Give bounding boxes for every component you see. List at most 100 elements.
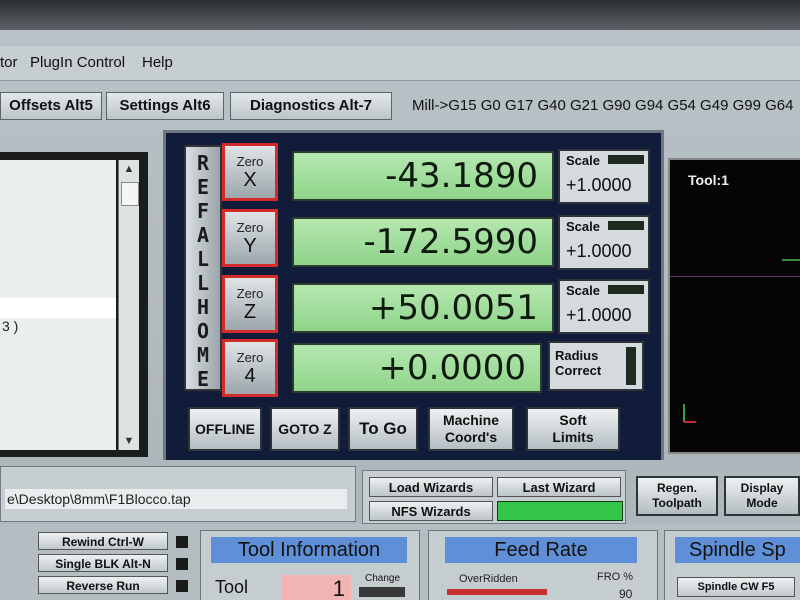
tool-info-header: Tool Information	[211, 537, 407, 563]
ref-letter: E	[196, 175, 210, 199]
single-block-button[interactable]: Single BLK Alt-N	[38, 554, 168, 572]
tab-settings[interactable]: Settings Alt6	[106, 92, 224, 120]
current-line-highlight	[0, 298, 116, 318]
zero-x-button[interactable]: Zero X	[222, 143, 278, 201]
nfs-wizards-button[interactable]: NFS Wizards	[369, 501, 493, 521]
lower-panels: Rewind Ctrl-W Single BLK Alt-N Reverse R…	[0, 524, 800, 600]
machine-line1: Machine	[442, 412, 499, 428]
mach3-screen: tor PlugIn Control Help Offsets Alt5 Set…	[0, 0, 800, 600]
axis-label: Y	[243, 235, 257, 257]
tool-number[interactable]: 1	[281, 575, 351, 600]
overridden-led	[447, 589, 547, 595]
regen-line1: Regen.	[656, 481, 697, 495]
display-mode-button[interactable]: Display Mode	[724, 476, 800, 516]
ref-letter: A	[196, 223, 210, 247]
ref-letter: L	[196, 271, 210, 295]
tab-diagnostics[interactable]: Diagnostics Alt-7	[230, 92, 392, 120]
machine-line2: Coord's	[444, 429, 498, 445]
load-wizards-button[interactable]: Load Wizards	[369, 477, 493, 497]
change-led	[359, 587, 405, 597]
scale-value: +1.0000	[566, 241, 632, 261]
zero-y-button[interactable]: Zero Y	[222, 209, 278, 267]
soft-limits-button[interactable]: Soft Limits	[526, 407, 620, 451]
axis-label: X	[243, 169, 257, 191]
axis-label: 4	[244, 365, 256, 387]
scroll-down-icon[interactable]: ▼	[119, 432, 139, 450]
rewind-button[interactable]: Rewind Ctrl-W	[38, 532, 168, 550]
last-wizard-button[interactable]: Last Wizard	[497, 477, 621, 497]
regen-line2: Toolpath	[652, 496, 702, 510]
ref-letter: H	[196, 295, 210, 319]
zero-z-button[interactable]: Zero Z	[222, 275, 278, 333]
gcode-modal-status: Mill->G15 G0 G17 G40 G21 G90 G94 G54 G49…	[412, 97, 794, 114]
radius-correct-button[interactable]: Radius Correct	[548, 341, 644, 391]
tool-label: Tool	[215, 577, 249, 597]
scale-label: Scale	[566, 153, 600, 168]
gcode-scrollbar[interactable]: ▲ ▼	[118, 160, 139, 450]
rewind-led	[176, 536, 188, 548]
radius-line1: Radius	[555, 348, 599, 363]
toolpath-origin-icon	[683, 259, 800, 423]
machine-coords-button[interactable]: Machine Coord's	[428, 407, 514, 451]
reverse-run-led	[176, 580, 188, 592]
wizard-status-led	[497, 501, 623, 521]
dro-x[interactable]: -43.1890	[292, 151, 554, 201]
ref-letter: O	[196, 319, 210, 343]
scale-label: Scale	[566, 219, 600, 234]
menu-operator[interactable]: tor	[0, 54, 18, 71]
scale-value: +1.0000	[566, 305, 632, 325]
menu-plugin-control[interactable]: PlugIn Control	[30, 54, 125, 71]
gcode-list[interactable]: 3 )	[0, 160, 116, 450]
wizard-panel: Load Wizards Last Wizard NFS Wizards	[362, 470, 626, 524]
scale-value: +1.0000	[566, 175, 632, 195]
spindle-panel: Spindle Sp Spindle CW F5	[664, 530, 800, 600]
screen-tabs: Offsets Alt5 Settings Alt6 Diagnostics A…	[0, 82, 800, 126]
menu-help[interactable]: Help	[142, 54, 173, 71]
soft-line2: Limits	[552, 429, 594, 445]
scale-led	[608, 221, 644, 230]
fro-label: FRO %	[597, 571, 634, 583]
monitor-bezel	[0, 0, 800, 30]
file-path: e\Desktop\8mm\F1Blocco.tap	[5, 489, 347, 509]
scale-label: Scale	[566, 283, 600, 298]
toolpath-display[interactable]: Tool:1	[668, 158, 800, 454]
regen-toolpath-button[interactable]: Regen. Toolpath	[636, 476, 718, 516]
display-line1: Display	[740, 481, 784, 495]
ref-letter: E	[196, 367, 210, 391]
scale-y[interactable]: Scale +1.0000	[558, 215, 650, 270]
scale-x[interactable]: Scale +1.0000	[558, 149, 650, 204]
radius-led	[626, 347, 636, 385]
feed-rate-header: Feed Rate	[445, 537, 637, 563]
ref-letter: L	[196, 247, 210, 271]
tab-offsets[interactable]: Offsets Alt5	[0, 92, 102, 120]
fro-value: 90	[619, 587, 633, 600]
zero-label: Zero	[236, 350, 264, 365]
gcode-line: 3 )	[2, 318, 19, 334]
scroll-up-icon[interactable]: ▲	[119, 160, 139, 178]
ref-letter: F	[196, 199, 210, 223]
display-line2: Mode	[746, 496, 778, 510]
scale-led	[608, 285, 644, 294]
dro-4[interactable]: +0.0000	[292, 343, 542, 393]
scroll-thumb[interactable]	[121, 182, 139, 206]
dro-z[interactable]: +50.0051	[292, 283, 554, 333]
offline-button[interactable]: OFFLINE	[188, 407, 262, 451]
file-name-box: e\Desktop\8mm\F1Blocco.tap	[0, 466, 356, 522]
goto-z-button[interactable]: GOTO Z	[270, 407, 340, 451]
zero-label: Zero	[236, 220, 264, 235]
single-block-led	[176, 558, 188, 570]
reverse-run-button[interactable]: Reverse Run	[38, 576, 168, 594]
menu-bar: tor PlugIn Control Help	[0, 46, 800, 81]
to-go-button[interactable]: To Go	[348, 407, 418, 451]
scale-z[interactable]: Scale +1.0000	[558, 279, 650, 334]
ref-all-home-button[interactable]: R E F A L L H O M E	[184, 145, 222, 391]
overridden-label: OverRidden	[459, 573, 518, 585]
radius-label: Radius Correct	[555, 348, 601, 378]
scale-led	[608, 155, 644, 164]
spindle-cw-button[interactable]: Spindle CW F5	[677, 577, 795, 597]
dro-y[interactable]: -172.5990	[292, 217, 554, 267]
feed-rate-panel: Feed Rate OverRidden FRO % 90	[428, 530, 658, 600]
zero-4-button[interactable]: Zero 4	[222, 339, 278, 397]
ref-letter: M	[196, 343, 210, 367]
radius-line2: Correct	[555, 363, 602, 378]
